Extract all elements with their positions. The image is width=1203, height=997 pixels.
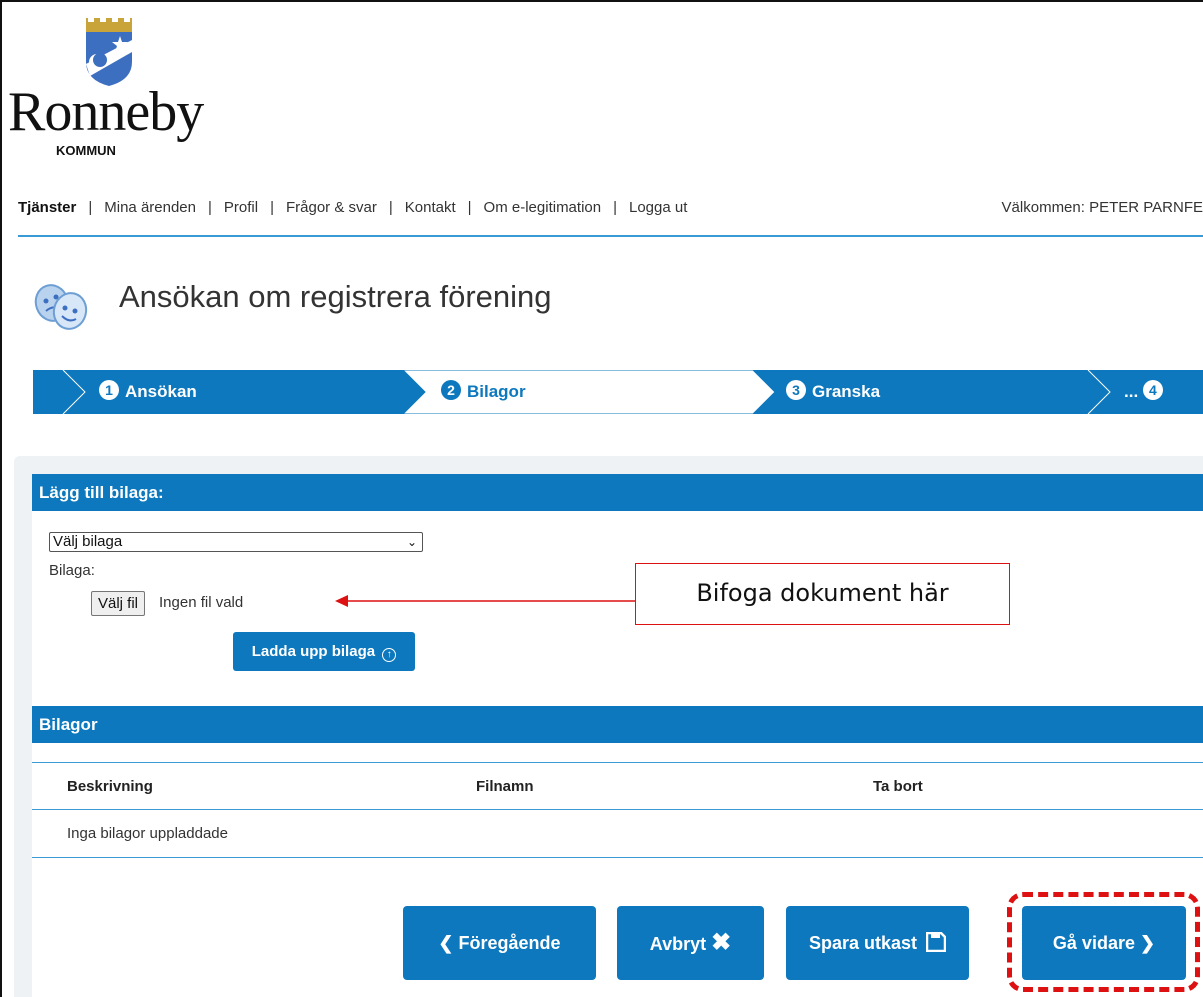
nav-item-kontakt[interactable]: Kontakt: [405, 199, 456, 216]
step-number: 1: [99, 380, 119, 400]
attachment-type-select[interactable]: Välj bilaga ⌄: [49, 532, 423, 552]
step-number: 4: [1142, 380, 1163, 400]
welcome-text: Välkommen: PETER PARNFE: [1001, 199, 1203, 216]
chevron-right-icon: ❯: [1139, 933, 1156, 953]
continue-button-label: Gå vidare: [1052, 933, 1135, 953]
step-label: Granska: [812, 382, 881, 401]
main-nav: Tjänster | Mina ärenden | Profil | Frågor & sv…: [18, 199, 1203, 237]
nav-item-logga-ut[interactable]: Logga ut: [629, 199, 687, 216]
step-more[interactable]: ... 4: [1124, 370, 1169, 414]
table-row: Inga bilagor uppladdade: [32, 810, 1203, 858]
nav-item-profil[interactable]: Profil: [224, 199, 258, 216]
select-value: Välj bilaga: [53, 533, 123, 550]
step-number: 2: [441, 380, 461, 400]
step-number: 3: [786, 380, 806, 400]
save-draft-button[interactable]: Spara utkast: [786, 906, 969, 980]
step-ansokan[interactable]: 1 Ansökan: [99, 370, 197, 414]
nav-item-fragor-svar[interactable]: Frågor & svar: [286, 199, 377, 216]
add-attachment-heading: Lägg till bilaga:: [32, 474, 1203, 511]
cancel-button[interactable]: Avbryt ✖: [617, 906, 764, 980]
step-bilagor[interactable]: 2 Bilagor: [441, 370, 526, 414]
theater-masks-icon: [34, 284, 88, 330]
nav-separator: |: [613, 199, 617, 216]
step-label: ...: [1124, 382, 1139, 401]
callout-box: Bifoga dokument här: [635, 563, 1010, 625]
chevron-down-icon: ⌄: [406, 535, 417, 549]
nav-item-om-e-legitimation[interactable]: Om e-legitimation: [484, 199, 602, 216]
nav-separator: |: [270, 199, 274, 216]
upload-attachment-button[interactable]: Ladda upp bilaga ↑: [233, 632, 415, 671]
save-icon: [925, 931, 947, 953]
continue-button[interactable]: Gå vidare ❯: [1022, 906, 1186, 980]
empty-table-text: Inga bilagor uppladdade: [67, 825, 228, 842]
attachments-table: Beskrivning Filnamn Ta bort Inga bilagor…: [32, 762, 1203, 858]
file-status: Ingen fil vald: [159, 594, 244, 611]
step-label: Bilagor: [467, 382, 526, 401]
file-label: Bilaga:: [49, 562, 95, 579]
choose-file-button[interactable]: Välj fil: [91, 591, 146, 616]
nav-item-mina-arenden[interactable]: Mina ärenden: [104, 199, 196, 216]
nav-separator: |: [88, 199, 93, 216]
nav-item-tjanster[interactable]: Tjänster: [18, 199, 76, 216]
close-icon: ✖: [711, 929, 732, 956]
logo-subtitle: KOMMUN: [56, 143, 116, 158]
progress-steps: 1 Ansökan 2 Bilagor 3 Granska ... 4: [33, 370, 1203, 414]
save-draft-button-label: Spara utkast: [808, 933, 918, 953]
nav-separator: |: [467, 199, 472, 216]
previous-button[interactable]: ❮ Föregående: [403, 906, 596, 980]
attachments-heading: Bilagor: [32, 706, 1203, 743]
nav-separator: |: [208, 199, 212, 216]
logo-wordmark: Ronneby: [8, 81, 204, 143]
column-header-beskrivning: Beskrivning: [67, 778, 153, 795]
nav-separator: |: [388, 199, 393, 216]
chevron-left-icon: ❮: [438, 933, 454, 953]
callout-arrow: [335, 595, 637, 607]
upload-icon: ↑: [382, 648, 397, 662]
step-granska[interactable]: 3 Granska: [786, 370, 880, 414]
coat-of-arms-icon: [86, 18, 132, 86]
column-header-ta-bort: Ta bort: [873, 778, 923, 795]
steps-background: [33, 370, 1203, 414]
page-title: Ansökan om registrera förening: [119, 279, 552, 314]
ronneby-logo[interactable]: Ronneby KOMMUN: [8, 18, 218, 168]
column-header-filnamn: Filnamn: [476, 778, 534, 795]
table-header-row: Beskrivning Filnamn Ta bort: [32, 762, 1203, 810]
previous-button-label: Föregående: [458, 933, 561, 953]
upload-button-label: Ladda upp bilaga: [251, 643, 376, 660]
cancel-button-label: Avbryt: [649, 934, 707, 954]
step-label: Ansökan: [125, 382, 197, 401]
